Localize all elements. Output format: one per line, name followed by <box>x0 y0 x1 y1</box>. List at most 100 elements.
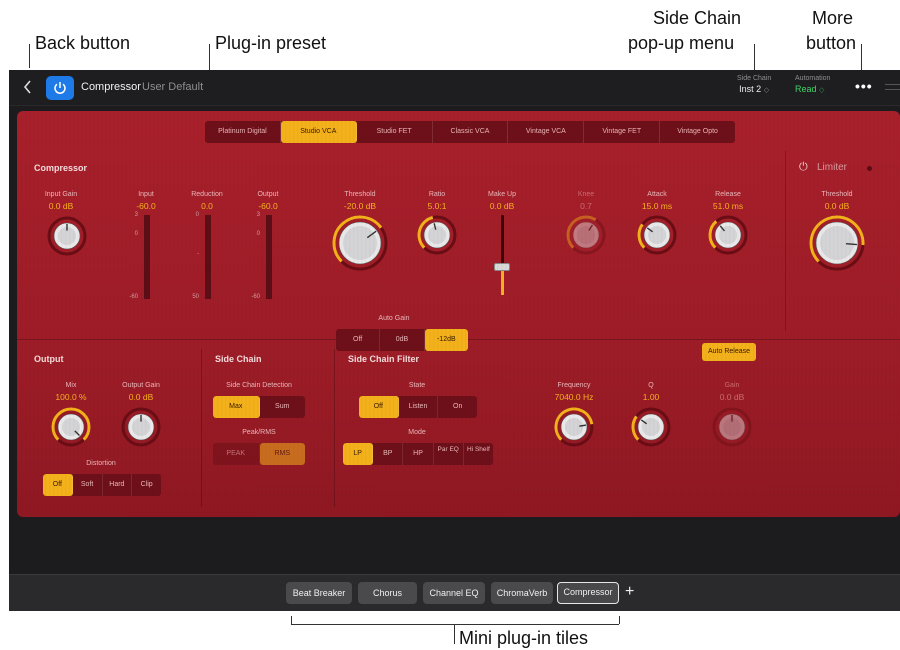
knob-graphic <box>566 215 606 255</box>
mix-knob[interactable] <box>51 407 91 447</box>
knob-graphic <box>631 407 671 447</box>
sc-filter-state-option-active[interactable]: Off <box>359 396 399 418</box>
limiter-threshold-knob[interactable] <box>809 215 865 271</box>
sc-filter-mode-option[interactable]: Hi Shelf <box>464 443 493 465</box>
sc-gain-knob[interactable] <box>712 407 752 447</box>
meter-scale-label: -60 <box>129 294 138 300</box>
release-label: Release <box>715 191 741 198</box>
output-meter-label: Output <box>257 191 279 198</box>
knob-graphic <box>712 407 752 447</box>
output-meter-value: -60.0 <box>258 201 278 211</box>
side-chain-popup-menu[interactable]: Side Chain Inst 2 ◇ <box>737 75 771 94</box>
distortion-option-active[interactable]: Off <box>43 474 73 496</box>
sc-filter-mode-selector: LP BP HP Par EQ Hi Shelf <box>343 443 493 465</box>
knee-knob[interactable] <box>566 215 606 255</box>
mini-plugin-tiles-bar: Beat Breaker Chorus Channel EQ ChromaVer… <box>9 574 900 611</box>
plugin-tile[interactable]: Chorus <box>358 582 417 604</box>
knob-graphic <box>554 407 594 447</box>
input-gain-knob[interactable] <box>47 216 87 256</box>
meter-scale-label: 50 <box>192 294 199 300</box>
circuit-tab[interactable]: Studio FET <box>357 121 433 143</box>
sc-filter-mode-option[interactable]: Par EQ <box>434 443 464 465</box>
threshold-value: -20.0 dB <box>343 201 377 211</box>
knob-graphic <box>332 215 388 271</box>
circuit-tab[interactable]: Vintage Opto <box>660 121 735 143</box>
plugin-tile-active[interactable]: Compressor <box>557 582 619 604</box>
distortion-option[interactable]: Soft <box>73 474 103 496</box>
sc-filter-state-label: State <box>408 382 426 389</box>
knob-graphic <box>417 215 457 255</box>
sc-filter-mode-label: Mode <box>408 429 426 436</box>
meter-scale-label: 0 <box>195 212 199 218</box>
callout-plugin-preset: Plug-in preset <box>215 33 327 53</box>
auto-gain-option[interactable]: Off <box>336 329 381 351</box>
distortion-option[interactable]: Clip <box>132 474 161 496</box>
plugin-tile[interactable]: Beat Breaker <box>286 582 352 604</box>
callout-line <box>454 624 455 644</box>
makeup-fader-handle[interactable] <box>494 263 510 271</box>
sc-filter-state-option[interactable]: Listen <box>399 396 439 418</box>
back-button[interactable] <box>23 79 39 97</box>
sc-filter-mode-option-active[interactable]: LP <box>343 443 374 465</box>
limiter-power-icon[interactable]: ⏻ <box>799 161 808 174</box>
circuit-tab[interactable]: Vintage FET <box>584 121 661 143</box>
sc-filter-mode-option[interactable]: BP <box>373 443 404 465</box>
side-chain-section-title: Side Chain <box>215 354 262 364</box>
knob-graphic <box>47 216 87 256</box>
auto-gain-option-active[interactable]: -12dB <box>424 329 468 351</box>
drag-handle-icon[interactable] <box>885 84 900 90</box>
makeup-fader-fill <box>501 271 504 295</box>
threshold-knob[interactable] <box>332 215 388 271</box>
sc-q-knob[interactable] <box>631 407 671 447</box>
sc-gain-label: Gain <box>724 382 740 389</box>
distortion-selector: Off Soft Hard Clip <box>43 474 161 496</box>
sc-frequency-label: Frequency <box>557 382 591 389</box>
knob-graphic <box>809 215 865 271</box>
knob-graphic <box>51 407 91 447</box>
distortion-option[interactable]: Hard <box>103 474 133 496</box>
meter-scale-label: 0 <box>134 231 138 237</box>
sc-detection-option[interactable]: Sum <box>260 396 306 418</box>
circuit-tab[interactable]: Classic VCA <box>433 121 509 143</box>
sc-frequency-knob[interactable] <box>554 407 594 447</box>
peak-rms-option-active[interactable]: RMS <box>259 443 305 465</box>
circuit-tab[interactable]: Vintage VCA <box>508 121 585 143</box>
compressor-panel: Platinum Digital Studio VCA Studio FET C… <box>17 111 900 517</box>
sc-filter-state-option[interactable]: On <box>438 396 477 418</box>
auto-gain-selector: Off 0dB -12dB <box>336 329 468 351</box>
circuit-tab-active[interactable]: Studio VCA <box>280 121 357 143</box>
peak-rms-option[interactable]: PEAK <box>213 443 260 465</box>
attack-knob[interactable] <box>637 215 677 255</box>
plugin-tile[interactable]: Channel EQ <box>423 582 485 604</box>
automation-popup-menu[interactable]: Automation Read ◇ <box>795 75 830 94</box>
plugin-power-button[interactable] <box>46 76 74 100</box>
output-gain-knob[interactable] <box>121 407 161 447</box>
callout-line <box>291 616 292 624</box>
auto-release-button[interactable]: Auto Release <box>702 343 756 361</box>
sc-gain-value: 0.0 dB <box>719 392 745 402</box>
knob-value-arc <box>631 415 640 441</box>
auto-gain-option[interactable]: 0dB <box>380 329 425 351</box>
release-knob[interactable] <box>708 215 748 255</box>
output-gain-value: 0.0 dB <box>128 392 154 402</box>
plugin-window: Compressor User Default Side Chain Inst … <box>9 70 900 611</box>
ratio-knob[interactable] <box>417 215 457 255</box>
add-plugin-icon[interactable]: + <box>625 583 634 601</box>
section-divider <box>201 349 202 507</box>
knob-value-arc <box>637 223 646 249</box>
sc-detection-option-active[interactable]: Max <box>213 396 260 418</box>
sc-frequency-value: 7040.0 Hz <box>554 392 594 402</box>
meter-scale-label: - <box>197 251 199 257</box>
input-meter-value: -60.0 <box>136 201 156 211</box>
circuit-tab[interactable]: Platinum Digital <box>205 121 281 143</box>
sc-q-value: 1.00 <box>642 392 660 402</box>
plugin-tile[interactable]: ChromaVerb <box>491 582 553 604</box>
sc-filter-mode-option[interactable]: HP <box>403 443 434 465</box>
more-button[interactable]: ••• <box>855 78 873 94</box>
reduction-meter-value: 0.0 <box>201 201 213 211</box>
output-section-title: Output <box>34 354 64 364</box>
meter-scale-label: 3 <box>134 212 138 218</box>
input-level-meter <box>144 215 150 299</box>
sc-q-label: Q <box>648 382 654 389</box>
plugin-preset-menu[interactable]: User Default <box>142 81 203 93</box>
